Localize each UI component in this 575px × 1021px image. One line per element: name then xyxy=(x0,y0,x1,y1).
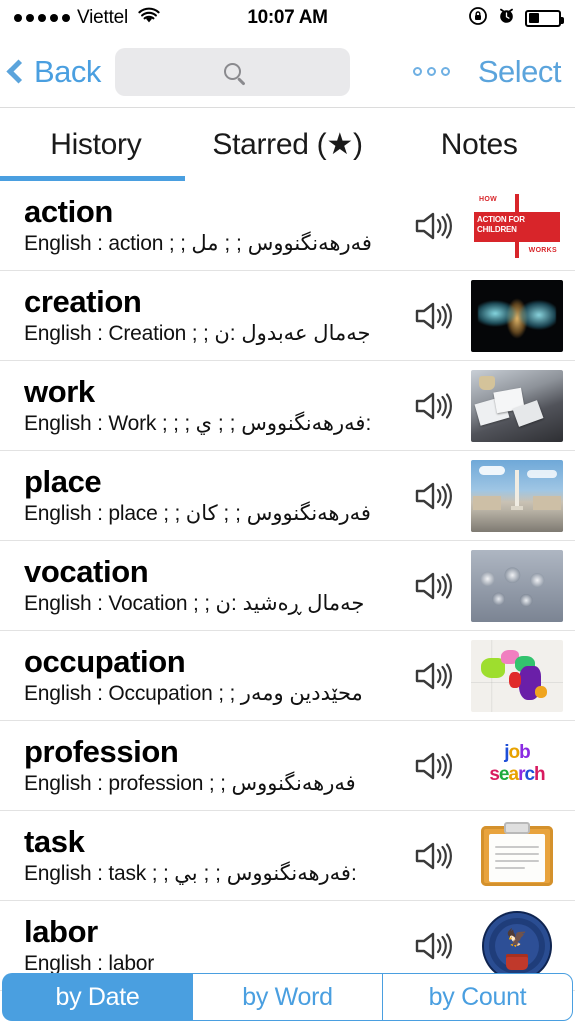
speaker-button[interactable] xyxy=(405,478,463,514)
row-text: work English : Work ; ; ; فەرهەنگنووس ; … xyxy=(24,375,405,437)
entry-thumbnail[interactable] xyxy=(471,279,563,352)
entry-meaning: English : place ; ; فەرهەنگنووس ; ; کان xyxy=(24,502,371,526)
back-button[interactable]: Back xyxy=(6,53,101,90)
entry-thumbnail[interactable] xyxy=(471,549,563,622)
table-row[interactable]: action English : action ; ; فەرهەنگنووس … xyxy=(0,181,575,271)
speaker-icon xyxy=(415,932,452,959)
navigation-bar: Back Select xyxy=(0,36,575,108)
search-input[interactable] xyxy=(114,47,350,96)
entry-word: place xyxy=(24,464,102,499)
entry-thumbnail[interactable] xyxy=(471,369,563,442)
entry-thumbnail[interactable]: job search xyxy=(471,729,563,802)
entry-meaning: English : Work ; ; ; فەرهەنگنووس ; ; ي: xyxy=(24,412,372,436)
more-options-icon xyxy=(412,67,422,76)
entry-thumbnail[interactable] xyxy=(471,819,563,892)
speaker-button[interactable] xyxy=(405,568,463,604)
more-options-icon xyxy=(426,67,436,76)
thumbnail-text: job xyxy=(504,741,530,763)
sort-by-count-button[interactable]: by Count xyxy=(382,973,573,1021)
speaker-button[interactable] xyxy=(405,928,463,964)
thumbnail-text: HOW xyxy=(479,195,498,203)
row-text: action English : action ; ; فەرهەنگنووس … xyxy=(24,195,405,257)
speaker-icon xyxy=(415,752,452,779)
entry-meaning: English : Occupation ; ; محێددین ومەر xyxy=(24,682,363,706)
table-row[interactable]: profession English : profession ; ; فەره… xyxy=(0,721,575,811)
row-text: place English : place ; ; فەرهەنگنووس ; … xyxy=(24,465,405,527)
entry-meaning: English : action ; ; فەرهەنگنووس ; ; مل xyxy=(24,232,372,256)
entry-word: work xyxy=(24,374,95,409)
speaker-button[interactable] xyxy=(405,748,463,784)
thumbnail-text: WORKS xyxy=(528,246,557,254)
entry-thumbnail[interactable]: 🦅 xyxy=(471,909,563,982)
speaker-button[interactable] xyxy=(405,298,463,334)
rotation-lock-icon xyxy=(468,6,488,31)
search-icon xyxy=(223,63,241,80)
speaker-icon xyxy=(415,302,452,329)
alarm-clock-icon xyxy=(497,6,516,30)
entry-word: profession xyxy=(24,734,179,769)
speaker-icon xyxy=(415,392,452,419)
sort-segmented-control: by Date by Word by Count xyxy=(0,973,575,1021)
wifi-icon xyxy=(137,7,161,30)
table-row[interactable]: task English : task ; ; فەرهەنگنووس ; ; … xyxy=(0,811,575,901)
table-row[interactable]: occupation English : Occupation ; ; محێد… xyxy=(0,631,575,721)
entry-word: task xyxy=(24,824,85,859)
more-options-button[interactable] xyxy=(407,61,456,82)
table-row[interactable]: creation English : Creation ; ; جەمال عە… xyxy=(0,271,575,361)
row-text: profession English : profession ; ; فەره… xyxy=(24,735,405,797)
row-text: creation English : Creation ; ; جەمال عە… xyxy=(24,285,405,347)
row-text: vocation English : Vocation ; ; جەمال ڕە… xyxy=(24,555,405,617)
tab-history[interactable]: History xyxy=(0,108,192,181)
speaker-icon xyxy=(415,212,452,239)
entry-word: action xyxy=(24,194,113,229)
history-list[interactable]: action English : action ; ; فەرهەنگنووس … xyxy=(0,181,575,1021)
speaker-icon xyxy=(415,662,452,689)
entry-meaning: English : Vocation ; ; جەمال ڕەشید :ن xyxy=(24,592,365,616)
more-options-icon xyxy=(440,67,450,76)
table-row[interactable]: work English : Work ; ; ; فەرهەنگنووس ; … xyxy=(0,361,575,451)
sort-by-date-button[interactable]: by Date xyxy=(2,973,192,1021)
row-text: task English : task ; ; فەرهەنگنووس ; ; … xyxy=(24,825,405,887)
chevron-left-icon xyxy=(6,59,31,84)
table-row[interactable]: place English : place ; ; فەرهەنگنووس ; … xyxy=(0,451,575,541)
sort-by-word-button[interactable]: by Word xyxy=(192,973,382,1021)
speaker-icon xyxy=(415,572,452,599)
entry-meaning: English : profession ; ; فەرهەنگنووس xyxy=(24,772,356,796)
select-button[interactable]: Select xyxy=(478,54,562,90)
entry-thumbnail[interactable]: HOW ACTION FOR CHILDREN WORKS xyxy=(471,189,563,262)
row-text: occupation English : Occupation ; ; محێد… xyxy=(24,645,405,707)
signal-strength-icon xyxy=(14,14,70,22)
speaker-button[interactable] xyxy=(405,838,463,874)
battery-icon xyxy=(525,9,564,27)
tab-bar: History Starred (★) Notes xyxy=(0,108,575,181)
entry-thumbnail[interactable] xyxy=(471,639,563,712)
speaker-button[interactable] xyxy=(405,658,463,694)
entry-thumbnail[interactable] xyxy=(471,459,563,532)
entry-word: vocation xyxy=(24,554,149,589)
entry-word: labor xyxy=(24,914,98,949)
entry-meaning: English : task ; ; فەرهەنگنووس ; ; بي: xyxy=(24,862,357,886)
row-text: labor English : labor xyxy=(24,915,405,977)
entry-meaning: English : Creation ; ; جەمال عەبدول :ن xyxy=(24,322,371,346)
entry-word: creation xyxy=(24,284,142,319)
speaker-button[interactable] xyxy=(405,388,463,424)
entry-word: occupation xyxy=(24,644,186,679)
tab-notes[interactable]: Notes xyxy=(383,108,575,181)
thumbnail-text: ACTION FOR CHILDREN xyxy=(477,214,525,234)
speaker-icon xyxy=(415,482,452,509)
status-bar-right xyxy=(468,6,564,31)
status-bar-left: Viettel xyxy=(14,7,161,30)
thumbnail-text: search xyxy=(489,763,545,785)
back-button-label: Back xyxy=(34,53,101,89)
status-bar: Viettel 10:07 AM xyxy=(0,0,575,36)
table-row[interactable]: vocation English : Vocation ; ; جەمال ڕە… xyxy=(0,541,575,631)
carrier-label: Viettel xyxy=(77,7,129,28)
speaker-icon xyxy=(415,842,452,869)
tab-starred[interactable]: Starred (★) xyxy=(192,108,384,181)
speaker-button[interactable] xyxy=(405,208,463,244)
